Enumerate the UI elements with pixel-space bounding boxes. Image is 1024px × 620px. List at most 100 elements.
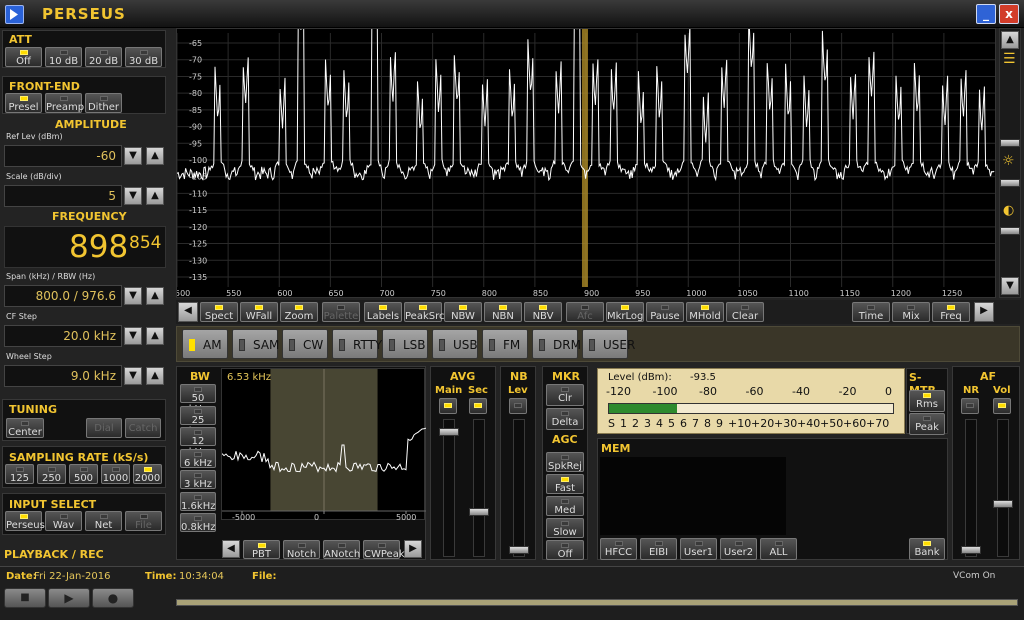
wheel-step-field[interactable]: 9.0 kHz — [4, 365, 122, 387]
bw-pbt-button[interactable]: PBT — [243, 540, 280, 560]
frontend-dither-button[interactable]: Dither — [85, 93, 122, 113]
bw-display[interactable]: -5000 0 5000 6.53 kHz — [221, 368, 427, 522]
bw-right-arrow[interactable]: ▶ — [404, 540, 422, 558]
scale-down-arrow[interactable]: ▼ — [124, 187, 142, 205]
span-field[interactable]: 800.0 / 976.6 — [4, 285, 122, 307]
spectrum-nbv-button[interactable]: NBV — [524, 302, 562, 322]
bw-filter-plot[interactable]: -5000 0 5000 — [221, 369, 427, 522]
avg-main-slider[interactable] — [439, 419, 459, 557]
mem-user2-button[interactable]: User2 — [720, 538, 757, 560]
spectrum-peaksrc-button[interactable]: PeakSrc — [404, 302, 444, 322]
avg-main-toggle[interactable] — [439, 398, 457, 414]
cf-step-up-arrow[interactable]: ▲ — [146, 327, 164, 345]
spectrum-right-arrow[interactable]: ▶ — [974, 302, 994, 322]
nb-level-thumb[interactable] — [509, 546, 529, 554]
smtr-rms-button[interactable]: Rms — [909, 390, 945, 412]
smtr-peak-button[interactable]: Peak — [909, 413, 945, 435]
mode-usb-button[interactable]: USB — [432, 329, 478, 359]
spectrum-spect-button[interactable]: Spect — [200, 302, 238, 322]
avg-sec-toggle[interactable] — [469, 398, 487, 414]
bw-6-khz-button[interactable]: 6 kHz — [180, 448, 216, 469]
zoom-scale-icon[interactable]: ☰ — [1003, 51, 1017, 69]
agc-fast-button[interactable]: Fast — [546, 474, 584, 494]
spectrum-mix-button[interactable]: Mix — [892, 302, 930, 322]
input-wav-button[interactable]: Wav — [45, 511, 82, 531]
mode-lsb-button[interactable]: LSB — [382, 329, 428, 359]
bw-0-8khz-button[interactable]: 0.8kHz — [180, 513, 216, 533]
ref-level-field[interactable]: -60 — [4, 145, 122, 167]
spectrum-mkrlog-button[interactable]: MkrLog — [606, 302, 644, 322]
att-10-db-button[interactable]: 10 dB — [45, 47, 82, 67]
bw-left-arrow[interactable]: ◀ — [222, 540, 240, 558]
tuning-dial-button[interactable]: Dial — [86, 418, 122, 438]
span-up-arrow[interactable]: ▲ — [146, 287, 164, 305]
cf-step-field[interactable]: 20.0 kHz — [4, 325, 122, 347]
spectrum-pause-button[interactable]: Pause — [646, 302, 684, 322]
avg-sec-thumb[interactable] — [469, 508, 489, 516]
mem-all-button[interactable]: ALL — [760, 538, 797, 560]
record-button[interactable]: ● — [92, 588, 134, 608]
sampling-1000-button[interactable]: 1000 — [101, 464, 130, 484]
input-file-button[interactable]: File — [125, 511, 162, 531]
mkr-delta-button[interactable]: Delta — [546, 408, 584, 430]
span-down-arrow[interactable]: ▼ — [124, 287, 142, 305]
sampling-2000-button[interactable]: 2000 — [133, 464, 162, 484]
bw-50-khz-button[interactable]: 50 kHz — [180, 384, 216, 415]
cf-step-down-arrow[interactable]: ▼ — [124, 327, 142, 345]
att-20-db-button[interactable]: 20 dB — [85, 47, 122, 67]
frequency-display[interactable]: 898 854 — [4, 226, 166, 268]
spectrum-down-arrow[interactable]: ▼ — [1001, 277, 1019, 295]
af-nr-toggle[interactable] — [961, 398, 979, 414]
scale-up-arrow[interactable]: ▲ — [146, 187, 164, 205]
mode-drm-button[interactable]: DRM — [532, 329, 581, 359]
bw-cwpeak-button[interactable]: CWPeak — [363, 540, 405, 560]
agc-spkrej-button[interactable]: SpkRej — [546, 452, 584, 472]
spectrum-nbn-button[interactable]: NBN — [484, 302, 522, 322]
bw-notch-button[interactable]: Notch — [283, 540, 320, 560]
spectrum-zoom-button[interactable]: Zoom — [280, 302, 318, 322]
input-perseus-button[interactable]: Perseus — [5, 511, 45, 531]
minimize-button[interactable]: _ — [976, 4, 996, 24]
ref-level-up-arrow[interactable]: ▲ — [146, 147, 164, 165]
bw-1-6khz-button[interactable]: 1.6kHz — [180, 491, 216, 512]
mem-hfcc-button[interactable]: HFCC — [600, 538, 637, 560]
tuning-center-button[interactable]: Center — [6, 418, 44, 438]
mem-list[interactable] — [600, 457, 786, 535]
spectrum-display[interactable]: -65 -70 -75 -80 -85 -90 -95 -100 -105 -110 -115 -12… — [175, 0, 997, 299]
att-off-button[interactable]: Off — [5, 47, 42, 67]
bw-anotch-button[interactable]: ANotch — [323, 540, 360, 560]
spectrum-nbw-button[interactable]: NBW — [444, 302, 482, 322]
input-net-button[interactable]: Net — [85, 511, 122, 531]
contrast-thumb[interactable] — [1000, 227, 1020, 235]
bw-25-khz-button[interactable]: 25 kHz — [180, 405, 216, 437]
mem-user1-button[interactable]: User1 — [680, 538, 717, 560]
bw-12-khz-button[interactable]: 12 kHz — [180, 427, 216, 458]
close-button[interactable]: x — [999, 4, 1019, 24]
stop-button[interactable]: ■ — [4, 588, 46, 608]
spectrum-plot[interactable]: -65-70-75-80-85-90-95-100-105-110-115-12… — [175, 0, 997, 299]
nb-level-slider[interactable] — [509, 419, 529, 557]
att-30-db-button[interactable]: 30 dB — [125, 47, 162, 67]
mode-rtty-button[interactable]: RTTY — [332, 329, 382, 359]
nr-thumb[interactable] — [961, 546, 981, 554]
wheel-step-up-arrow[interactable]: ▲ — [146, 367, 164, 385]
af-vol-toggle[interactable] — [993, 398, 1011, 414]
spectrum-up-arrow[interactable]: ▲ — [1001, 31, 1019, 49]
volume-slider[interactable] — [993, 419, 1013, 557]
avg-main-thumb[interactable] — [439, 428, 459, 436]
agc-med-button[interactable]: Med — [546, 496, 584, 516]
sampling-250-button[interactable]: 250 — [37, 464, 66, 484]
tuning-catch-button[interactable]: Catch — [125, 418, 161, 438]
scale-field[interactable]: 5 — [4, 185, 122, 207]
brightness-thumb[interactable] — [1000, 179, 1020, 187]
spectrum-wfall-button[interactable]: WFall — [240, 302, 278, 322]
spectrum-time-button[interactable]: Time — [852, 302, 890, 322]
mem-bank-button[interactable]: Bank — [909, 538, 945, 560]
nb-toggle[interactable] — [509, 398, 527, 414]
playback-progress[interactable] — [176, 599, 1018, 606]
spectrum-zoom-thumb[interactable] — [1000, 139, 1020, 147]
sampling-125-button[interactable]: 125 — [5, 464, 34, 484]
spectrum-mhold-button[interactable]: MHold — [686, 302, 724, 322]
spectrum-left-arrow[interactable]: ◀ — [178, 302, 198, 322]
sampling-500-button[interactable]: 500 — [69, 464, 98, 484]
